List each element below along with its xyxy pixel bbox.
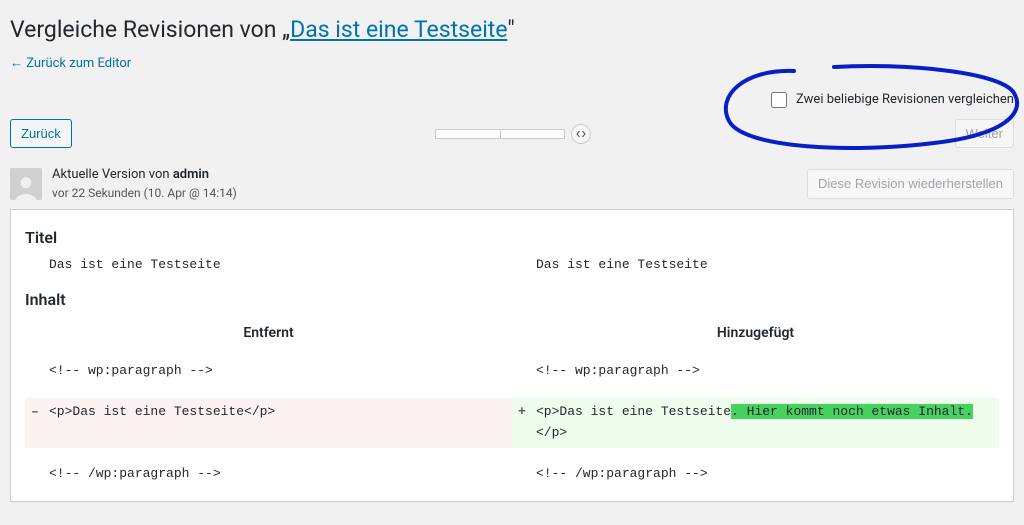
diff-row-context: <!-- /wp:paragraph --><!-- /wp:paragraph… — [11, 454, 1013, 495]
author-avatar — [10, 168, 42, 200]
title-link[interactable]: Das ist eine Testseite — [290, 16, 507, 43]
compare-two-checkbox[interactable] — [771, 92, 787, 108]
restore-revision-button: Diese Revision wiederherstellen — [807, 169, 1014, 199]
avatar-placeholder-icon — [13, 174, 39, 200]
diff-cell-right: <p>Das ist eine Testseite. Hier kommt no… — [512, 398, 999, 448]
compare-two-text: Zwei beliebige Revisionen vergleichen — [796, 92, 1014, 107]
next-button: Weiter — [955, 119, 1014, 149]
back-to-editor-link[interactable]: ← Zurück zum Editor — [10, 55, 131, 71]
prev-button[interactable]: Zurück — [10, 119, 72, 149]
revision-author-line: Aktuelle Version von admin — [52, 166, 237, 184]
title-left: Das ist eine Testseite — [25, 257, 512, 272]
revision-time: vor 22 Sekunden (10. Apr @ 14:14) — [52, 185, 237, 202]
diff-cell-left: <!-- wp:paragraph --> — [25, 357, 512, 386]
diff-text: <p>Das ist eine Testseite — [536, 404, 731, 419]
current-version-prefix: Aktuelle Version von — [52, 167, 173, 182]
diff-row-change: <p>Das ist eine Testseite</p><p>Das ist … — [11, 392, 1013, 454]
page-title: Vergleiche Revisionen von „Das ist eine … — [10, 10, 1014, 49]
title-suffix: " — [507, 16, 514, 43]
title-right: Das ist eine Testseite — [512, 257, 999, 272]
diff-text: </p> — [536, 425, 567, 440]
slider-track[interactable] — [435, 129, 565, 139]
revision-slider[interactable] — [435, 124, 591, 144]
section-title-content: Inhalt — [11, 284, 1013, 319]
diff-cell-left: <p>Das ist eine Testseite</p> — [25, 398, 512, 448]
author-name: admin — [173, 167, 209, 182]
title-prefix: Vergleiche Revisionen von „ — [10, 16, 290, 43]
slider-handle-icon[interactable] — [571, 124, 591, 144]
diff-cell-left: <!-- /wp:paragraph --> — [25, 460, 512, 489]
added-header: Hinzugefügt — [512, 325, 999, 341]
diff-row-context: <!-- wp:paragraph --><!-- wp:paragraph -… — [11, 351, 1013, 392]
section-title-title: Titel — [11, 222, 1013, 257]
removed-header: Entfernt — [25, 325, 512, 341]
diff-cell-right: <!-- /wp:paragraph --> — [512, 460, 999, 489]
compare-two-label[interactable]: Zwei beliebige Revisionen vergleichen — [767, 92, 1014, 107]
diff-cell-right: <!-- wp:paragraph --> — [512, 357, 999, 386]
diff-inserted-text: . Hier kommt noch etwas Inhalt. — [731, 404, 973, 419]
